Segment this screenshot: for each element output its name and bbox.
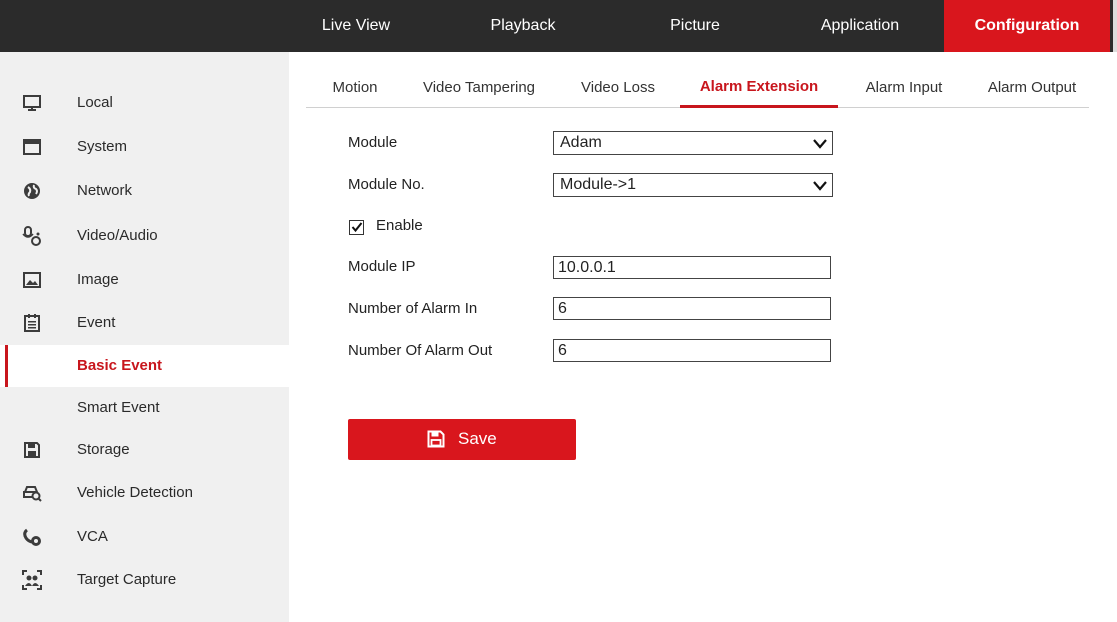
save-icon (427, 430, 445, 448)
chevron-down-icon (812, 136, 828, 150)
alarm-out-label: Number Of Alarm Out (348, 342, 493, 359)
image-icon (22, 270, 42, 290)
sidebar-item-label: Local (77, 94, 113, 111)
nav-picture[interactable]: Picture (640, 0, 750, 52)
chevron-down-icon (812, 178, 828, 192)
sidebar-item-label: System (77, 138, 128, 155)
sidebar-item-local[interactable]: Local (0, 82, 289, 124)
monitor-icon (22, 93, 42, 113)
enable-label: Enable (376, 217, 423, 234)
topbar-edge (1113, 0, 1117, 52)
module-label: Module (348, 134, 398, 151)
camera-mic-icon (22, 226, 42, 246)
tab-motion[interactable]: Motion (320, 60, 390, 108)
sidebar: Local System Network Video/Audio Image E… (0, 52, 289, 622)
sidebar-item-label: Basic Event (77, 357, 163, 374)
alarm-out-input[interactable] (553, 339, 831, 362)
sidebar-item-label: Event (77, 314, 116, 331)
sidebar-item-label: Smart Event (77, 399, 160, 416)
sidebar-item-label: Video/Audio (77, 227, 158, 244)
tab-alarm-output[interactable]: Alarm Output (974, 60, 1090, 108)
sidebar-item-system[interactable]: System (0, 126, 289, 168)
checkmark-icon (351, 222, 363, 233)
tab-alarm-extension[interactable]: Alarm Extension (680, 60, 838, 108)
selected-indicator (5, 345, 8, 387)
vehicle-search-icon (22, 483, 42, 503)
module-select[interactable]: Adam (553, 131, 833, 155)
sidebar-item-label: VCA (77, 528, 108, 545)
module-ip-input[interactable] (553, 256, 831, 279)
sidebar-item-storage[interactable]: Storage (0, 429, 289, 471)
nav-live-view[interactable]: Live View (301, 0, 411, 52)
alarm-in-label: Number of Alarm In (348, 300, 478, 317)
sidebar-item-label: Image (77, 271, 119, 288)
sidebar-item-vca[interactable]: VCA (0, 516, 289, 558)
sidebar-item-image[interactable]: Image (0, 259, 289, 301)
target-capture-icon (22, 570, 42, 590)
sidebar-item-video-audio[interactable]: Video/Audio (0, 215, 289, 257)
sidebar-item-target-capture[interactable]: Target Capture (0, 559, 289, 601)
save-button-label: Save (458, 429, 497, 448)
sidebar-item-label: Target Capture (77, 571, 177, 588)
globe-icon (22, 181, 42, 201)
vca-icon (22, 527, 42, 547)
module-no-select-value: Module->1 (560, 176, 637, 193)
module-no-label: Module No. (348, 176, 425, 193)
nav-playback[interactable]: Playback (468, 0, 578, 52)
window-icon (22, 137, 42, 157)
save-button[interactable]: Save (348, 419, 576, 460)
sidebar-item-vehicle-detection[interactable]: Vehicle Detection (0, 472, 289, 514)
tab-video-tampering[interactable]: Video Tampering (406, 60, 552, 108)
sidebar-item-label: Storage (77, 441, 130, 458)
sidebar-item-event[interactable]: Event (0, 302, 289, 344)
alarm-in-input[interactable] (553, 297, 831, 320)
floppy-icon (22, 440, 42, 460)
sidebar-item-network[interactable]: Network (0, 170, 289, 212)
tab-alarm-input[interactable]: Alarm Input (850, 60, 958, 108)
nav-application[interactable]: Application (800, 0, 920, 52)
top-navigation-bar: Live View Playback Picture Application C… (0, 0, 1117, 52)
module-ip-label: Module IP (348, 258, 416, 275)
event-tabs: Motion Video Tampering Video Loss Alarm … (306, 60, 1089, 108)
module-no-select[interactable]: Module->1 (553, 173, 833, 197)
enable-checkbox[interactable] (349, 220, 364, 235)
sidebar-item-label: Network (77, 182, 133, 199)
sidebar-item-label: Vehicle Detection (77, 484, 193, 501)
nav-configuration[interactable]: Configuration (944, 0, 1110, 52)
tab-video-loss[interactable]: Video Loss (568, 60, 668, 108)
module-select-value: Adam (560, 134, 602, 151)
sidebar-item-smart-event[interactable]: Smart Event (0, 387, 289, 429)
calendar-icon (22, 313, 42, 333)
sidebar-item-basic-event[interactable]: Basic Event (0, 345, 289, 387)
